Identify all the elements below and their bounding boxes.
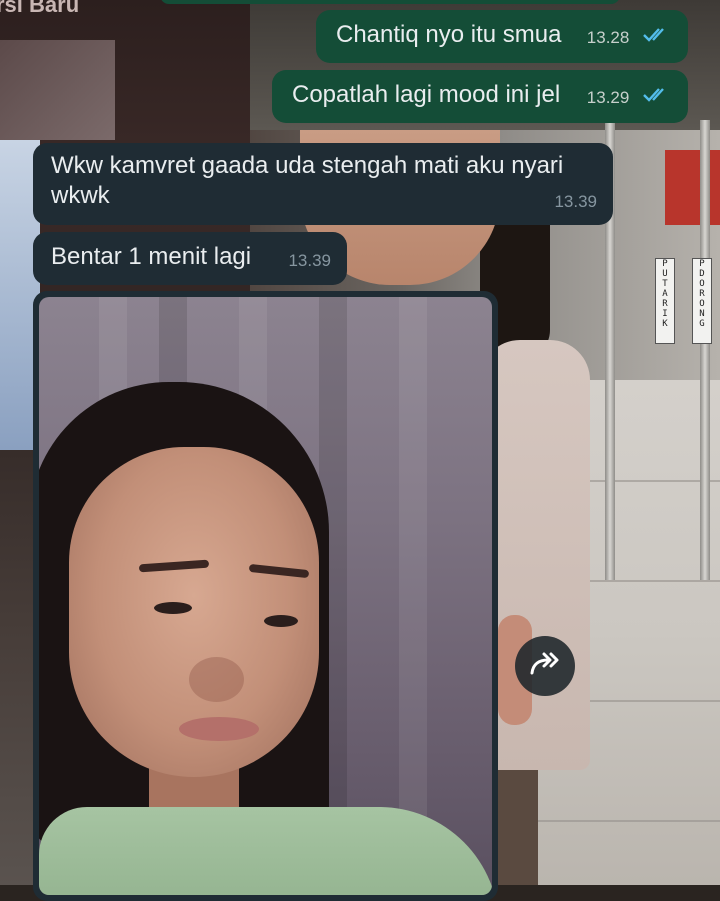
message-bubble-incoming[interactable]: Wkw kamvret gaada uda stengah mati aku n… [33,143,613,225]
message-bubble-incoming[interactable]: Bentar 1 menit lagi 13.39 [33,232,347,285]
wallpaper-text: rsi Baru [0,0,80,17]
message-text: Copatlah lagi mood ini jel [292,81,561,108]
message-time: 13.28 [586,28,630,47]
forward-button[interactable] [515,636,575,696]
message-bubble-outgoing[interactable]: Copatlah lagi mood ini jel 13.29 [272,70,688,123]
previous-message-bubble[interactable] [160,0,620,4]
double-check-icon [642,22,672,52]
double-check-icon [642,82,672,112]
message-time: 13.39 [288,251,331,270]
message-text: Wkw kamvret gaada uda stengah mati aku n… [51,152,564,209]
door-sign-push: PDORONG [692,258,712,344]
message-text: Bentar 1 menit lagi [51,243,252,270]
door-sign-pull: PUTARIK [655,258,675,344]
message-bubble-outgoing[interactable]: Chantiq nyo itu smua 13.28 [316,10,688,63]
image-message-bubble[interactable] [33,291,498,901]
message-time: 13.39 [554,192,597,211]
shared-photo[interactable] [39,297,492,895]
message-text: Chantiq nyo itu smua [336,21,562,48]
message-time: 13.29 [586,88,630,107]
forward-arrow-icon [528,651,562,682]
